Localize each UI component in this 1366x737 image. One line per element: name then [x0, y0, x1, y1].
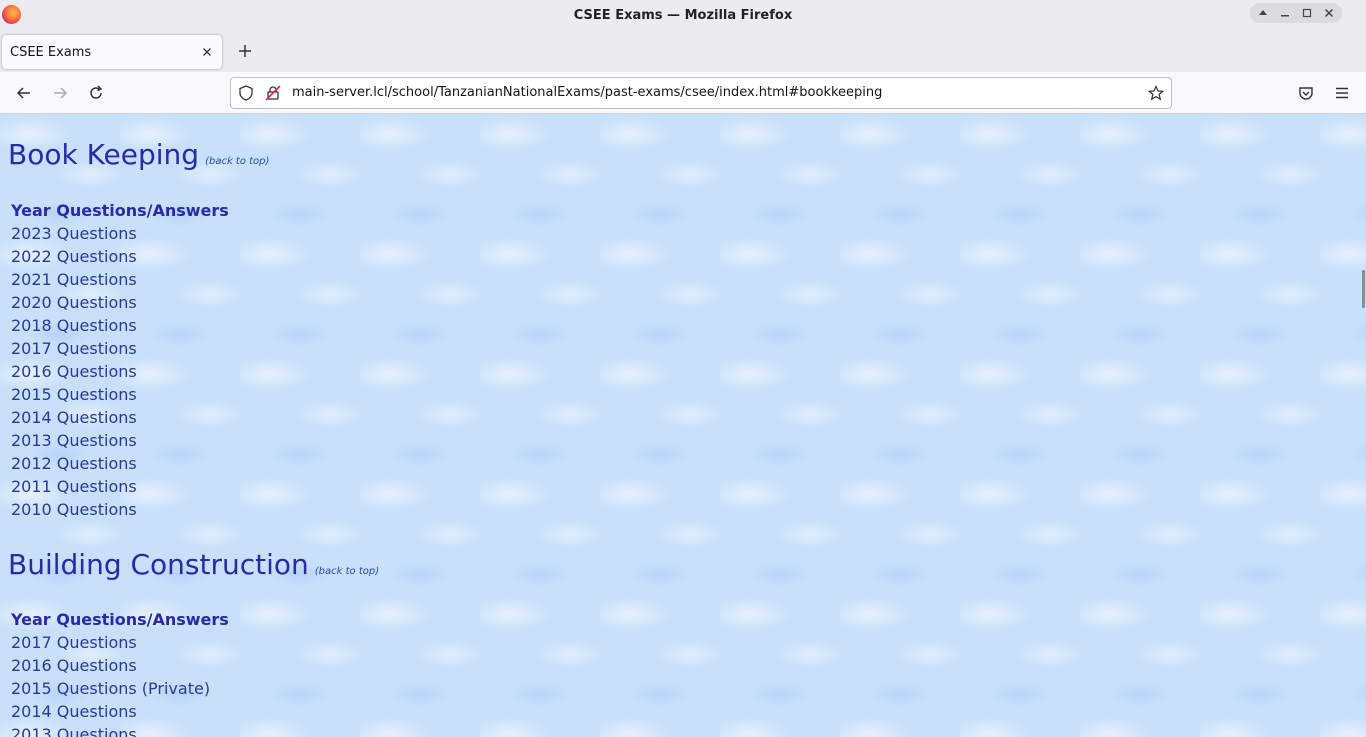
tab-csee-exams[interactable]: CSEE Exams	[2, 35, 222, 69]
shield-icon[interactable]	[237, 84, 255, 102]
list-item[interactable]: 2016 Questions	[11, 360, 229, 383]
list-item[interactable]: 2021 Questions	[11, 268, 229, 291]
reload-icon[interactable]	[84, 81, 108, 105]
tab-title: CSEE Exams	[10, 44, 92, 60]
window-close-button[interactable]	[1320, 4, 1338, 22]
book-keeping-list: Year Questions/Answers 2023 Questions 20…	[11, 199, 229, 521]
url-text[interactable]: main-server.lcl/school/TanzanianNational…	[292, 85, 882, 100]
insecure-lock-icon[interactable]	[264, 84, 282, 102]
list-item[interactable]: 2012 Questions	[11, 452, 229, 475]
list-item[interactable]: 2023 Questions	[11, 222, 229, 245]
list-item[interactable]: 2017 Questions	[11, 337, 229, 360]
tab-close-icon[interactable]	[198, 43, 216, 61]
list-header: Year Questions/Answers	[11, 610, 229, 629]
window-title: CSEE Exams — Mozilla Firefox	[573, 7, 793, 23]
list-item[interactable]: 2022 Questions	[11, 245, 229, 268]
page-content[interactable]: Book Keeping (back to top) Year Questions…	[0, 114, 1366, 737]
new-tab-button[interactable]	[234, 40, 256, 62]
list-item[interactable]: 2020 Questions	[11, 291, 229, 314]
hamburger-menu-icon[interactable]	[1330, 81, 1354, 105]
list-item[interactable]: 2015 Questions	[11, 383, 229, 406]
list-item[interactable]: 2013 Questions	[11, 429, 229, 452]
building-construction-list: Year Questions/Answers 2017 Questions 20…	[11, 608, 229, 737]
scrollbar-thumb[interactable]	[1362, 270, 1365, 308]
list-item[interactable]: 2018 Questions	[11, 314, 229, 337]
pocket-icon[interactable]	[1294, 81, 1318, 105]
list-item[interactable]: 2016 Questions	[11, 654, 229, 677]
section-heading: Building Construction	[8, 548, 309, 581]
list-item[interactable]: 2011 Questions	[11, 475, 229, 498]
list-header: Year Questions/Answers	[11, 201, 229, 220]
firefox-logo-icon	[2, 5, 21, 24]
url-bar[interactable]: main-server.lcl/school/TanzanianNational…	[230, 77, 1172, 109]
list-item[interactable]: 2014 Questions	[11, 406, 229, 429]
list-item[interactable]: 2014 Questions	[11, 700, 229, 723]
navigation-toolbar: main-server.lcl/school/TanzanianNational…	[0, 72, 1366, 114]
forward-arrow-icon[interactable]	[48, 81, 72, 105]
back-arrow-icon[interactable]	[12, 81, 36, 105]
list-item[interactable]: 2013 Questions	[11, 723, 229, 737]
window-minimize-button[interactable]	[1276, 4, 1294, 22]
window-controls	[1250, 3, 1342, 23]
back-to-top-link[interactable]: (back to top)	[315, 566, 379, 577]
window-titlebar: CSEE Exams — Mozilla Firefox	[0, 0, 1366, 30]
list-item[interactable]: 2010 Questions	[11, 498, 229, 521]
window-maximize-button[interactable]	[1298, 4, 1316, 22]
list-item[interactable]: 2017 Questions	[11, 631, 229, 654]
section-building-construction: Building Construction (back to top)	[8, 548, 379, 581]
back-to-top-link[interactable]: (back to top)	[205, 156, 269, 167]
section-book-keeping: Book Keeping (back to top)	[8, 138, 269, 171]
list-item[interactable]: 2015 Questions (Private)	[11, 677, 229, 700]
section-heading: Book Keeping	[8, 138, 200, 171]
tab-strip: CSEE Exams	[0, 30, 1366, 72]
window-up-icon[interactable]	[1254, 4, 1272, 22]
star-icon[interactable]	[1147, 84, 1165, 102]
